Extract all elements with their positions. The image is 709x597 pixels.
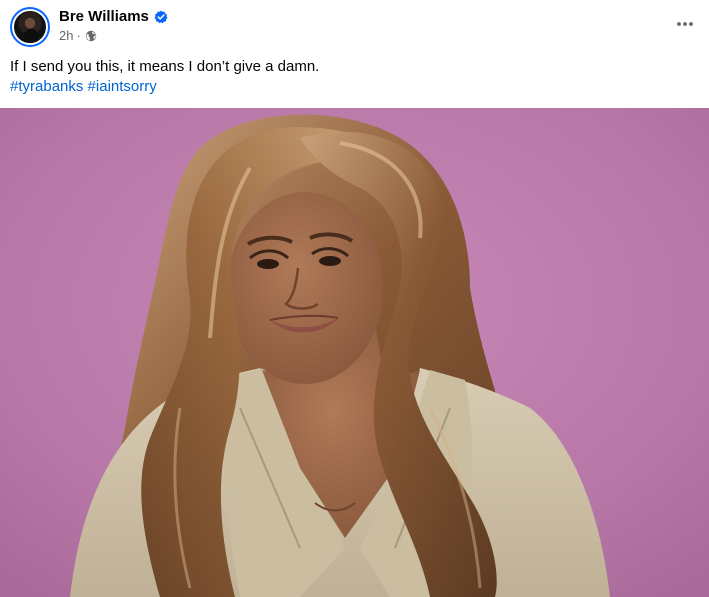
meta-separator: ·: [76, 28, 81, 43]
post-text-body: If I send you this, it means I don’t giv…: [10, 58, 320, 75]
avatar-image: [12, 9, 48, 45]
avatar-silhouette: [24, 29, 38, 43]
globe-icon[interactable]: [85, 30, 97, 42]
author-row: Bre Williams: [59, 7, 168, 26]
hashtag-row: #tyrabanks #iaintsorry: [10, 77, 690, 97]
hashtag-link[interactable]: #tyrabanks: [10, 78, 83, 95]
photo-woman-trench-coat: [0, 108, 709, 597]
post-meta: 2h ·: [59, 28, 97, 44]
author-name[interactable]: Bre Williams: [59, 7, 149, 26]
more-options-button[interactable]: [671, 10, 699, 38]
more-horizontal-icon: [677, 22, 693, 26]
author-avatar[interactable]: [10, 7, 50, 47]
hashtag-link[interactable]: #iaintsorry: [88, 78, 157, 95]
facebook-post: Bre Williams 2h · If I send you this, it…: [0, 0, 709, 597]
verified-badge-icon: [154, 10, 168, 24]
post-header: Bre Williams 2h ·: [0, 0, 709, 54]
post-photo[interactable]: [0, 108, 709, 597]
post-message: If I send you this, it means I don’t giv…: [10, 57, 690, 97]
post-timestamp[interactable]: 2h: [59, 28, 73, 44]
